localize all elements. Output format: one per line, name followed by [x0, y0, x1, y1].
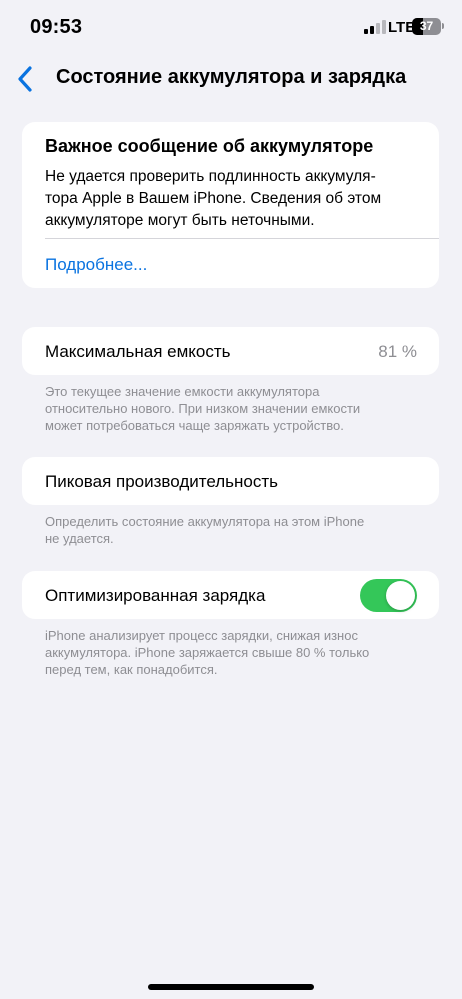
cellular-signal-icon	[364, 20, 386, 34]
message-line: тора Apple в Вашем iPhone. Сведения об э…	[45, 190, 382, 207]
page-title: Состояние аккумулятора и зарядка	[56, 66, 407, 88]
home-indicator[interactable]	[148, 984, 314, 990]
optimized-charging-toggle[interactable]	[360, 579, 417, 612]
battery-icon: 37	[412, 18, 444, 35]
footer-line: может потребоваться чаще заряжать устрой…	[45, 418, 344, 433]
message-line: аккумуляторе могут быть неточными.	[45, 212, 315, 229]
status-bar: 09:53 LTE 37	[0, 0, 462, 56]
signal-bar	[364, 29, 368, 34]
battery-message-card: Важное сообщение об аккумуляторе Не удае…	[22, 122, 439, 288]
signal-bar	[382, 20, 386, 34]
footer-line: iPhone анализирует процесс зарядки, сниж…	[45, 628, 358, 643]
status-time: 09:53	[30, 16, 83, 38]
learn-more-link[interactable]: Подробнее...	[45, 255, 147, 275]
optimized-charging-row: Оптимизированная зарядка	[22, 571, 439, 619]
optimized-charging-footer: iPhone анализирует процесс зарядки, сниж…	[45, 627, 425, 678]
peak-performance-footer: Определить состояние аккумулятора на это…	[45, 513, 425, 547]
optimized-charging-label: Оптимизированная зарядка	[45, 586, 266, 605]
signal-bar	[376, 23, 380, 34]
toggle-knob	[386, 581, 415, 610]
footer-line: Определить состояние аккумулятора на это…	[45, 514, 365, 529]
footer-line: перед тем, как понадобится.	[45, 662, 218, 677]
footer-line: относительно нового. При низком значении…	[45, 401, 361, 416]
footer-line: аккумулятора. iPhone заряжается свыше 80…	[45, 645, 370, 660]
peak-performance-row: Пиковая производительность	[22, 457, 439, 505]
footer-line: не удается.	[45, 531, 114, 546]
message-body: Не удается проверить подлинность аккумул…	[45, 166, 425, 232]
divider	[45, 238, 439, 239]
signal-bar	[370, 26, 374, 34]
battery-nub	[442, 23, 444, 29]
footer-line: Это текущее значение емкости аккумулятор…	[45, 384, 320, 399]
max-capacity-row: Максимальная емкость 81 %	[22, 327, 439, 375]
max-capacity-value: 81 %	[378, 342, 417, 361]
message-title: Важное сообщение об аккумуляторе	[45, 136, 374, 156]
max-capacity-label: Максимальная емкость	[45, 342, 231, 361]
battery-level: 37	[419, 19, 434, 33]
settings-screen: 09:53 LTE 37 Состояние аккумулятора и за…	[0, 0, 462, 999]
chevron-left-icon	[18, 66, 32, 92]
back-button[interactable]	[8, 60, 42, 98]
peak-performance-label: Пиковая производительность	[45, 472, 279, 491]
message-line: Не удается проверить подлинность аккумул…	[45, 168, 376, 185]
max-capacity-footer: Это текущее значение емкости аккумулятор…	[45, 383, 425, 434]
